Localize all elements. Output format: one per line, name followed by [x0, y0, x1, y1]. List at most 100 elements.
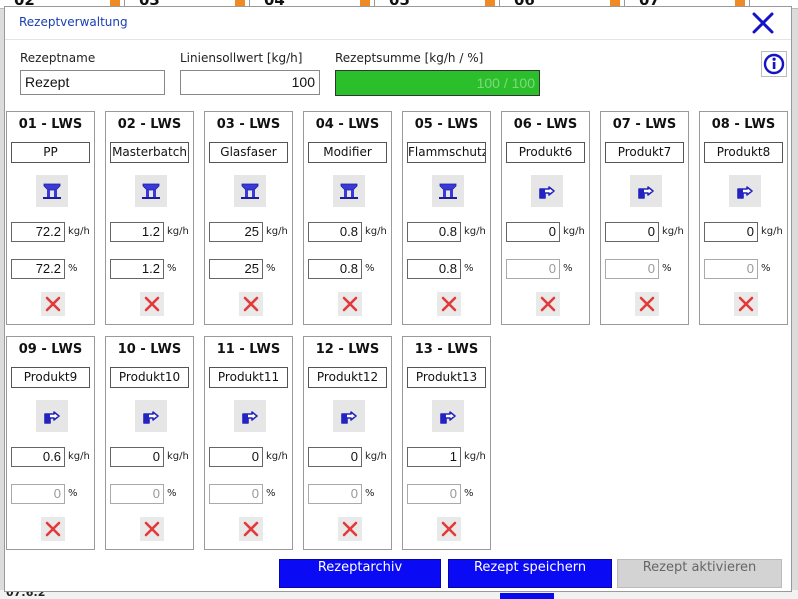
percent-input[interactable]: 0 — [704, 259, 758, 279]
delete-icon[interactable] — [140, 292, 164, 316]
delete-icon[interactable] — [437, 292, 461, 316]
kg-unit-label: kg/h — [266, 226, 288, 237]
kg-unit-label: kg/h — [365, 451, 387, 462]
save-recipe-button[interactable]: Rezept speichern — [448, 559, 612, 588]
product-name-field[interactable]: Produkt11 — [209, 367, 288, 388]
kg-per-hour-input[interactable]: 0 — [605, 222, 659, 242]
delete-icon[interactable] — [437, 517, 461, 541]
feeder-icon[interactable] — [36, 175, 68, 207]
percent-input[interactable]: 0 — [506, 259, 560, 279]
line-setpoint-input[interactable]: 100 — [180, 70, 320, 95]
percent-input[interactable]: 0 — [209, 484, 263, 504]
feeder-card: 05 - LWS Flammschutz 0.8 kg/h 0.8% — [402, 111, 491, 325]
pointing-hand-icon[interactable] — [36, 400, 68, 432]
kg-per-hour-input[interactable]: 0 — [506, 222, 560, 242]
kg-per-hour-input[interactable]: 0 — [110, 447, 164, 467]
feeder-card: 12 - LWS Produkt12 0 kg/h 0% — [303, 336, 392, 550]
kg-per-hour-input[interactable]: 1 — [407, 447, 461, 467]
percent-unit-label: % — [167, 488, 177, 499]
delete-icon[interactable] — [41, 292, 65, 316]
feeder-title: 10 - LWS — [117, 342, 182, 357]
kg-per-hour-input[interactable]: 72.2 — [11, 222, 65, 242]
kg-unit-label: kg/h — [464, 226, 486, 237]
kg-per-hour-input[interactable]: 1.2 — [110, 222, 164, 242]
feeder-title: 03 - LWS — [216, 117, 281, 132]
product-name-field[interactable]: Flammschutz — [407, 142, 486, 163]
delete-icon[interactable] — [635, 292, 659, 316]
kg-per-hour-input[interactable]: 0.8 — [308, 222, 362, 242]
percent-input[interactable]: 0 — [308, 484, 362, 504]
feeder-title: 07 - LWS — [612, 117, 677, 132]
percent-input[interactable]: 0 — [110, 484, 164, 504]
feeder-icon[interactable] — [333, 175, 365, 207]
delete-icon[interactable] — [239, 517, 263, 541]
feeder-card: 01 - LWS PP 72.2 kg/h 72.2% — [6, 111, 95, 325]
close-icon[interactable] — [751, 11, 775, 35]
percent-input[interactable]: 72.2 — [11, 259, 65, 279]
line-setpoint-label: Liniensollwert [kg/h] — [180, 51, 303, 65]
percent-input[interactable]: 0 — [11, 484, 65, 504]
kg-per-hour-input[interactable]: 0.6 — [11, 447, 65, 467]
product-name-field[interactable]: Masterbatch — [110, 142, 189, 163]
percent-input[interactable]: 1.2 — [110, 259, 164, 279]
delete-icon[interactable] — [41, 517, 65, 541]
percent-input[interactable]: 0.8 — [308, 259, 362, 279]
delete-icon[interactable] — [338, 292, 362, 316]
feeder-icon[interactable] — [432, 175, 464, 207]
delete-icon[interactable] — [536, 292, 560, 316]
feeder-card: 10 - LWS Produkt10 0 kg/h 0% — [105, 336, 194, 550]
feeder-icon[interactable] — [135, 175, 167, 207]
kg-per-hour-input[interactable]: 25 — [209, 222, 263, 242]
feeder-title: 09 - LWS — [18, 342, 83, 357]
kg-per-hour-input[interactable]: 0 — [308, 447, 362, 467]
percent-unit-label: % — [662, 263, 672, 274]
kg-per-hour-input[interactable]: 0 — [209, 447, 263, 467]
recipe-dialog: Rezeptverwaltung Rezeptname Rezept Linie… — [4, 6, 792, 592]
feeder-title: 02 - LWS — [117, 117, 182, 132]
recipe-name-label: Rezeptname — [20, 51, 96, 65]
kg-per-hour-input[interactable]: 0.8 — [407, 222, 461, 242]
product-name-field[interactable]: Produkt9 — [11, 367, 90, 388]
feeder-card: 13 - LWS Produkt13 1 kg/h 0% — [402, 336, 491, 550]
percent-input[interactable]: 0.8 — [407, 259, 461, 279]
product-name-field[interactable]: Glasfaser — [209, 142, 288, 163]
info-icon[interactable] — [761, 51, 787, 77]
pointing-hand-icon[interactable] — [729, 175, 761, 207]
kg-unit-label: kg/h — [563, 226, 585, 237]
percent-input[interactable]: 25 — [209, 259, 263, 279]
percent-input[interactable]: 0 — [605, 259, 659, 279]
pointing-hand-icon[interactable] — [531, 175, 563, 207]
product-name-field[interactable]: Produkt12 — [308, 367, 387, 388]
background-button — [500, 593, 554, 599]
product-name-field[interactable]: Modifier — [308, 142, 387, 163]
percent-unit-label: % — [563, 263, 573, 274]
recipe-sum-display: 100 / 100 — [335, 70, 540, 96]
activate-recipe-button[interactable]: Rezept aktivieren — [617, 559, 782, 588]
feeder-title: 08 - LWS — [711, 117, 776, 132]
delete-icon[interactable] — [338, 517, 362, 541]
kg-per-hour-input[interactable]: 0 — [704, 222, 758, 242]
delete-icon[interactable] — [140, 517, 164, 541]
feeder-icon[interactable] — [234, 175, 266, 207]
pointing-hand-icon[interactable] — [234, 400, 266, 432]
product-name-field[interactable]: PP — [11, 142, 90, 163]
percent-input[interactable]: 0 — [407, 484, 461, 504]
product-name-field[interactable]: Produkt8 — [704, 142, 783, 163]
pointing-hand-icon[interactable] — [630, 175, 662, 207]
pointing-hand-icon[interactable] — [432, 400, 464, 432]
percent-unit-label: % — [761, 263, 771, 274]
feeder-title: 01 - LWS — [18, 117, 83, 132]
recipe-name-input[interactable]: Rezept — [20, 70, 165, 95]
product-name-field[interactable]: Produkt7 — [605, 142, 684, 163]
recipe-archive-button[interactable]: Rezeptarchiv — [279, 559, 441, 588]
product-name-field[interactable]: Produkt10 — [110, 367, 189, 388]
pointing-hand-icon[interactable] — [135, 400, 167, 432]
delete-icon[interactable] — [239, 292, 263, 316]
recipe-sum-label: Rezeptsumme [kg/h / %] — [335, 51, 484, 65]
delete-icon[interactable] — [734, 292, 758, 316]
kg-unit-label: kg/h — [68, 451, 90, 462]
product-name-field[interactable]: Produkt13 — [407, 367, 486, 388]
pointing-hand-icon[interactable] — [333, 400, 365, 432]
feeder-card: 06 - LWS Produkt6 0 kg/h 0% — [501, 111, 590, 325]
product-name-field[interactable]: Produkt6 — [506, 142, 585, 163]
